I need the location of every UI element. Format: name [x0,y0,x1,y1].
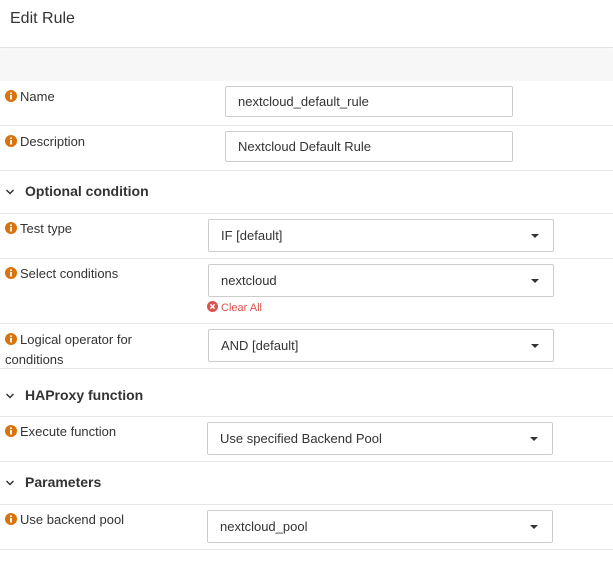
section-haproxy-function[interactable]: HAProxy function [0,375,613,417]
test-type-value: IF [default] [221,228,283,243]
logical-operator-select[interactable]: AND [default] [208,329,554,362]
section-optional-condition[interactable]: Optional condition [0,171,613,214]
use-backend-pool-label: Use backend pool [20,512,125,527]
select-conditions-value: nextcloud [221,273,277,288]
select-conditions-label: Select conditions [20,266,119,281]
logical-operator-value: AND [default] [221,338,299,353]
description-input[interactable]: Nextcloud Default Rule [225,131,513,162]
logical-operator-label-line2: conditions [5,352,64,367]
info-icon[interactable] [5,135,17,147]
select-conditions-label-wrap: Select conditions [5,264,118,284]
info-icon[interactable] [5,425,17,437]
test-type-select[interactable]: IF [default] [208,219,554,252]
caret-down-icon [530,437,538,441]
execute-function-row: Execute function Use specified Backend P… [0,417,613,462]
name-row: Name nextcloud_default_rule [0,81,613,126]
caret-down-icon [531,234,539,238]
select-conditions-select[interactable]: nextcloud [208,264,554,297]
info-icon[interactable] [5,90,17,102]
caret-down-icon [530,525,538,529]
execute-function-select[interactable]: Use specified Backend Pool [207,422,553,455]
description-label: Description [20,134,86,149]
test-type-row: Test type IF [default] [0,214,613,259]
use-backend-pool-row: Use backend pool nextcloud_pool [0,505,613,550]
logical-operator-row: Logical operator for conditions AND [def… [0,324,613,369]
clear-all-label: Clear All [221,302,262,314]
name-input[interactable]: nextcloud_default_rule [225,86,513,117]
name-label: Name [20,89,55,104]
description-label-wrap: Description [5,132,85,152]
execute-function-value: Use specified Backend Pool [220,431,382,446]
execute-function-label: Execute function [20,424,117,439]
page-header: Edit Rule [0,0,613,48]
use-backend-pool-select[interactable]: nextcloud_pool [207,510,553,543]
caret-down-icon [531,344,539,348]
clear-all-link[interactable]: Clear All [207,301,262,314]
use-backend-pool-value: nextcloud_pool [220,519,308,534]
info-icon[interactable] [5,267,17,279]
use-backend-pool-label-wrap: Use backend pool [5,510,124,530]
caret-down-icon [531,279,539,283]
chevron-down-icon[interactable] [5,391,15,401]
name-label-wrap: Name [5,87,55,107]
info-icon[interactable] [5,513,17,525]
test-type-label: Test type [20,221,73,236]
form-header-band [0,50,613,82]
execute-function-label-wrap: Execute function [5,422,116,442]
info-icon[interactable] [5,333,17,345]
close-circle-icon [207,301,218,312]
info-icon[interactable] [5,222,17,234]
chevron-down-icon[interactable] [5,187,15,197]
logical-operator-label-line1: Logical operator for [20,332,133,347]
logical-operator-label-wrap: Logical operator for conditions [5,330,132,370]
section-parameters[interactable]: Parameters [0,462,613,505]
description-row: Description Nextcloud Default Rule [0,126,613,171]
select-conditions-row: Select conditions nextcloud [0,259,613,324]
section-title: HAProxy function [25,387,144,403]
chevron-down-icon[interactable] [5,478,15,488]
section-title: Optional condition [25,183,149,199]
test-type-label-wrap: Test type [5,219,72,239]
section-title: Parameters [25,474,102,490]
page-title: Edit Rule [10,10,75,27]
